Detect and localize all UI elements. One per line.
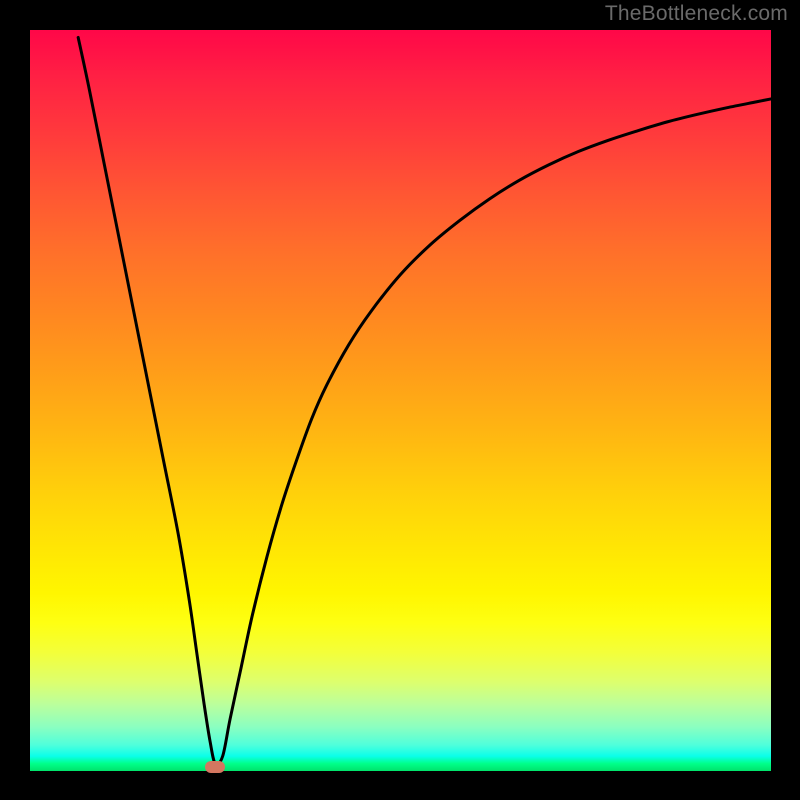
- minimum-marker: [205, 761, 225, 773]
- chart-frame: TheBottleneck.com: [0, 0, 800, 800]
- curve-svg: [30, 30, 771, 771]
- curve-path: [78, 37, 771, 764]
- watermark-text: TheBottleneck.com: [605, 2, 788, 26]
- plot-area: [30, 30, 771, 771]
